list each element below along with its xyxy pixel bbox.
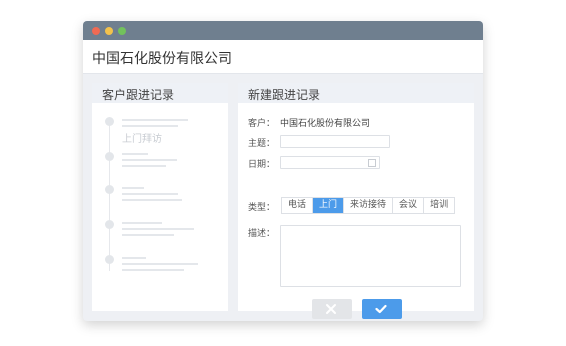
type-option-meeting[interactable]: 会议: [393, 198, 425, 213]
timeline-dot: [105, 255, 114, 264]
type-option-training[interactable]: 培训: [424, 198, 455, 213]
timeline-item-text: 上门拜访: [122, 134, 162, 145]
type-option-reception[interactable]: 来访接待: [344, 198, 394, 213]
customer-value: 中国石化股份有限公司: [280, 119, 371, 129]
date-input[interactable]: [280, 156, 380, 169]
timeline-dot: [105, 117, 114, 126]
timeline-dot: [105, 185, 114, 194]
timeline-placeholder-line: [122, 222, 162, 224]
timeline-placeholder-line: [122, 234, 174, 236]
window-close-button[interactable]: [92, 27, 100, 35]
timeline-placeholder-line: [122, 269, 184, 271]
timeline-placeholder-line: [122, 165, 166, 167]
timeline-placeholder-line: [122, 153, 148, 155]
company-title: 中国石化股份有限公司: [92, 51, 232, 67]
timeline-placeholder-line: [122, 125, 178, 127]
timeline-dot: [105, 220, 114, 229]
app-window: 中国石化股份有限公司 客户跟进记录 上门拜访 新建跟进记录 客户： 中国石化股份…: [83, 21, 483, 321]
customer-label: 客户：: [248, 119, 276, 129]
new-followup-panel: 新建跟进记录 客户： 中国石化股份有限公司 主题： 日期： 类型： 电话 上门 …: [238, 83, 474, 319]
followup-history-title: 客户跟进记录: [102, 88, 175, 102]
description-textarea[interactable]: [280, 225, 461, 287]
type-segmented-control: 电话 上门 来访接待 会议 培训: [281, 197, 456, 214]
confirm-button[interactable]: [362, 299, 402, 319]
description-label: 描述：: [248, 229, 276, 239]
new-followup-title: 新建跟进记录: [248, 88, 321, 102]
calendar-icon[interactable]: [368, 159, 376, 167]
subject-label: 主题：: [248, 139, 276, 149]
timeline-placeholder-line: [122, 159, 177, 161]
timeline-placeholder-line: [122, 263, 198, 265]
check-icon: [375, 304, 387, 314]
timeline-placeholder-line: [122, 199, 182, 201]
timeline-placeholder-line: [122, 193, 178, 195]
type-label: 类型：: [248, 203, 276, 213]
timeline-placeholder-line: [122, 187, 144, 189]
followup-history-panel: 客户跟进记录 上门拜访: [92, 83, 228, 311]
timeline-placeholder-line: [122, 228, 194, 230]
followup-history-header: 客户跟进记录: [92, 83, 228, 103]
window-titlebar: [83, 21, 483, 40]
date-label: 日期：: [248, 160, 276, 170]
timeline-placeholder-line: [122, 257, 146, 259]
window-minimize-button[interactable]: [105, 27, 113, 35]
close-icon: [326, 304, 336, 314]
type-option-onsite[interactable]: 上门: [313, 198, 345, 213]
cancel-button[interactable]: [312, 299, 352, 319]
timeline-line: [109, 121, 110, 271]
timeline-placeholder-line: [122, 119, 188, 121]
window-maximize-button[interactable]: [118, 27, 126, 35]
timeline-dot: [105, 152, 114, 161]
subject-input[interactable]: [280, 135, 390, 148]
new-followup-header: 新建跟进记录: [238, 83, 474, 103]
window-header: 中国石化股份有限公司: [83, 40, 483, 74]
type-option-phone[interactable]: 电话: [282, 198, 314, 213]
